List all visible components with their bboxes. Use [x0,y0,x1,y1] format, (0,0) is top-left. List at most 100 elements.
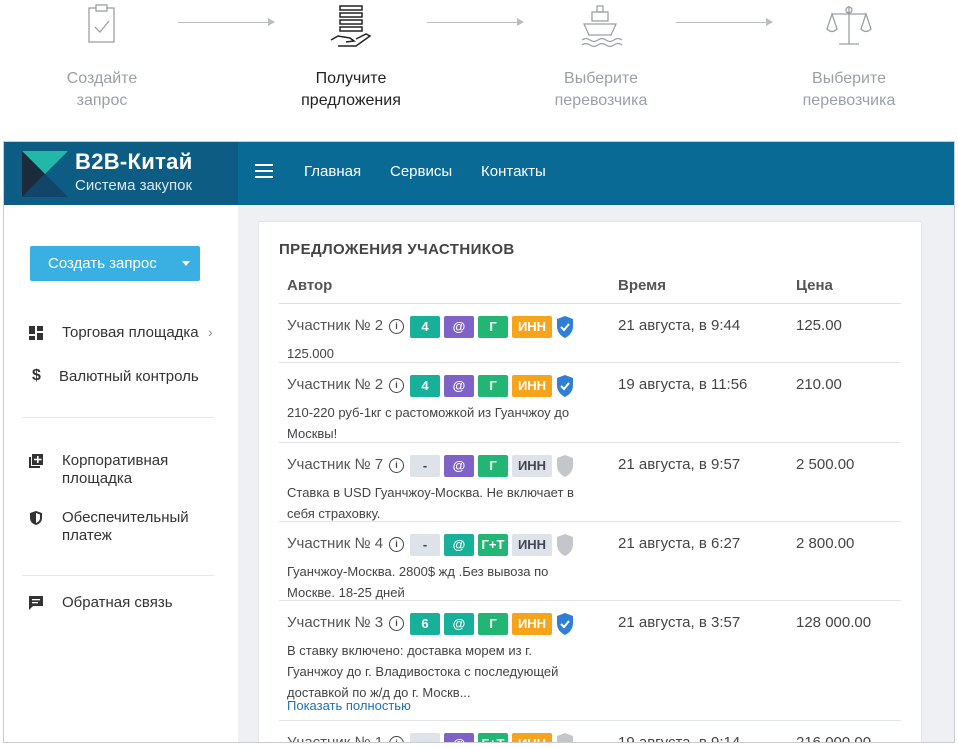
email-badge: @ [444,534,474,556]
offer-description: 125.000 [287,346,334,361]
sidebar-divider [22,575,214,576]
offer-row[interactable]: Участник № 2 i 4 @ Г ИНН 21 августа, в 9… [279,304,901,363]
offer-row[interactable]: Участник № 1 i - @ Г+Т ИНН 19 августа, в… [279,721,901,742]
offer-author: Участник № 1 [287,734,383,742]
app-window: B2B-Китай Система закупок Главная Сервис… [4,142,954,742]
inn-badge: ИНН [512,375,552,397]
offer-price: 2 800.00 [796,535,855,552]
offer-time: 21 августа, в 9:44 [618,317,741,334]
offer-price: 125.00 [796,317,842,334]
step-arrow [178,18,275,26]
logo-title: B2B-Китай [75,149,193,174]
clipboard-check-icon [88,4,115,43]
create-request-button[interactable]: Создать запрос [30,246,200,281]
grid-icon [29,326,43,340]
offers-card: ПРЕДЛОЖЕНИЯ УЧАСТНИКОВ Автор Время Цена … [258,221,922,742]
rating-badge: - [410,733,440,742]
nav-contacts[interactable]: Контакты [481,163,546,180]
offer-price: 128 000.00 [796,614,872,631]
inn-badge: ИНН [512,733,552,742]
offer-author: Участник № 4 [287,535,384,552]
info-icon[interactable]: i [389,736,404,742]
add-box-icon [29,454,43,468]
nav-services[interactable]: Сервисы [390,163,452,180]
chat-icon [29,596,43,610]
offer-description: Гуанчжоу-Москва. 2800$ жд .Без вывоза по… [287,564,549,600]
offer-time: 21 августа, в 3:57 [618,614,741,631]
city-badge: Г [478,316,508,338]
step-label: Выберите перевозчика [554,70,648,109]
verified-shield-icon [557,375,573,397]
inn-badge: ИНН [512,613,552,635]
menu-toggle-icon[interactable] [255,164,273,178]
info-icon[interactable]: i [389,378,404,393]
offer-author: Участник № 2 [287,317,384,334]
step-label: Создайте запрос [66,70,138,109]
sidebar-item-label: Корпоративная площадка [62,452,169,487]
column-header-time: Время [618,277,666,294]
column-header-author: Автор [287,277,333,294]
sidebar: Создать запрос Торговая площадка › $ Вал… [4,205,238,742]
email-badge: @ [444,316,474,338]
sidebar-divider [22,417,214,418]
offer-time: 21 августа, в 6:27 [618,535,741,552]
create-request-label: Создать запрос [48,255,157,272]
offer-row[interactable]: Участник № 3 i 6 @ Г ИНН 21 августа, в 3… [279,601,901,721]
chevron-right-icon: › [208,324,213,340]
rating-badge: 6 [410,613,440,635]
nav-home[interactable]: Главная [304,163,361,180]
offer-author: Участник № 3 [287,614,384,631]
city-badge: Г+Т [478,534,508,556]
hand-stack-icon [330,5,372,47]
city-badge: Г [478,613,508,635]
offer-description: 210-220 руб-1кг с растоможкой из Гуанчжо… [287,405,570,441]
verified-shield-icon [557,613,573,635]
step-label: Получите предложения [301,70,401,109]
offer-row[interactable]: Участник № 2 i 4 @ Г ИНН 19 августа, в 1… [279,363,901,443]
inn-badge: ИНН [512,316,552,338]
verified-shield-icon [557,316,573,338]
sidebar-item-label: Валютный контроль [59,368,199,385]
process-steps: Создайте запрос Получите предложения Выбер… [0,0,958,142]
offer-price: 2 500.00 [796,456,855,473]
email-badge: @ [444,375,474,397]
offer-description: В ставку включено: доставка морем из г. … [287,643,559,700]
rating-badge: 4 [410,316,440,338]
sidebar-item-label: Обратная связь [62,594,173,611]
info-icon[interactable]: i [389,458,404,473]
unverified-shield-icon [557,455,573,477]
step-arrow [427,18,524,26]
top-navbar: B2B-Китай Система закупок Главная Сервис… [4,142,954,205]
inn-badge: ИНН [512,455,552,477]
city-badge: Г+Т [478,733,508,742]
rating-badge: 4 [410,375,440,397]
info-icon[interactable]: i [389,319,404,334]
step-label: Выберите перевозчика [802,70,896,109]
step-arrow [676,18,773,26]
unverified-shield-icon [557,733,573,742]
email-badge: @ [444,613,474,635]
city-badge: Г [478,455,508,477]
city-badge: Г [478,375,508,397]
logo-subtitle: Система закупок [75,177,193,194]
chevron-down-icon[interactable] [182,261,190,266]
email-badge: @ [444,733,474,742]
logo[interactable]: B2B-Китай Система закупок [4,142,238,205]
offer-author: Участник № 7 [287,456,384,473]
offers-title: ПРЕДЛОЖЕНИЯ УЧАСТНИКОВ [279,241,515,258]
rating-badge: - [410,455,440,477]
show-more-link[interactable]: Показать полностью [287,698,411,713]
email-badge: @ [444,455,474,477]
sidebar-item-label: Обеспечительный платеж [62,509,189,544]
offer-author: Участник № 2 [287,376,384,393]
inn-badge: ИНН [512,534,552,556]
offer-row[interactable]: Участник № 7 i - @ Г ИНН 21 августа, в 9… [279,443,901,522]
offer-price: 216 000.00 [796,734,871,742]
column-header-price: Цена [796,277,833,294]
info-icon[interactable]: i [389,616,404,631]
sidebar-item-label: Торговая площадка [62,324,199,341]
offer-row[interactable]: Участник № 4 i - @ Г+Т ИНН 21 августа, в… [279,522,901,601]
info-icon[interactable]: i [389,537,404,552]
shield-half-icon [30,511,42,525]
offer-time: 19 августа, в 9:14 [618,734,740,742]
